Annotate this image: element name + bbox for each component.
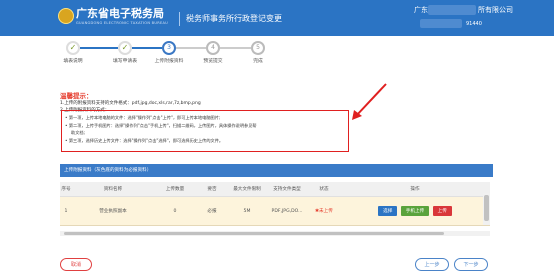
attachments-table: 序号 资料名称 上传数量 要否 最大文件限制 支持文件类型 状态 操作 1 营业…: [60, 182, 490, 226]
tax-bureau-logo-icon: [58, 8, 74, 24]
hint-highlight-box: • 第一项，上传本地电脑的文件：选择"操作列"点击"上传"，即可上传本地电脑图片…: [61, 110, 349, 152]
cancel-button[interactable]: 取消: [60, 258, 92, 271]
upload-button[interactable]: 上传: [432, 206, 452, 216]
company-name-suffix: 所有限公司: [478, 6, 513, 14]
col-actions: 操作: [340, 182, 490, 197]
col-types: 支持文件类型: [266, 182, 308, 197]
row-types: PDF,JPG,DO...: [266, 196, 308, 226]
step-4-indicator: 4: [206, 41, 220, 55]
app-header: 广东省电子税务局 GUANGDONG ELECTRONIC TAXATION B…: [0, 0, 554, 36]
step-connector: [176, 47, 206, 49]
col-max-size: 最大文件限制: [228, 182, 266, 197]
tax-id-redacted: [420, 19, 462, 28]
hint-formats: 1.上传的附报资料支持的文件格式：pdf,jpg,doc,xls,rar,7z,…: [60, 101, 201, 106]
mobile-upload-button[interactable]: 手机上传: [400, 206, 430, 216]
hint-bullet: • 第一项，上传本地电脑的文件：选择"操作列"点击"上传"，即可上传本地电脑图片…: [65, 115, 221, 120]
step-1-check-icon: ✓: [66, 41, 80, 55]
step-5-indicator: 5: [251, 41, 265, 55]
table-row: 1 营业执照副本 0 必报 5M PDF,JPG,DO... ✱未上传 选择 手…: [60, 196, 490, 226]
step-connector: [80, 47, 118, 49]
row-status: ✱未上传: [308, 196, 340, 226]
row-index: 1: [60, 196, 72, 226]
table-vertical-scroll-thumb[interactable]: [484, 195, 489, 221]
step-4-label: 预览提交: [203, 59, 223, 64]
select-file-button[interactable]: 选择: [378, 206, 398, 216]
progress-steps: ✓ ✓ 3 4 5 填表说明 填写申请表 上传附报资料 预览提交 完成: [0, 36, 554, 78]
row-name: 营业执照副本: [72, 196, 154, 226]
site-name-en: GUANGDONG ELECTRONIC TAXATION BUREAU: [76, 21, 169, 25]
header-divider: [179, 12, 180, 26]
hint-title: 温馨提示：: [60, 92, 93, 100]
previous-step-button[interactable]: 上一步: [415, 258, 449, 271]
step-2-label: 填写申请表: [113, 59, 137, 64]
col-status: 状态: [308, 182, 340, 197]
step-3-indicator: 3: [162, 41, 176, 55]
table-horizontal-scroll-thumb[interactable]: [64, 232, 444, 235]
col-count: 上传数量: [154, 182, 196, 197]
next-step-button[interactable]: 下一步: [454, 258, 488, 271]
row-actions: 选择 手机上传 上传: [340, 196, 490, 226]
step-3-label: 上传附报资料: [154, 59, 184, 64]
col-required: 要否: [196, 182, 228, 197]
hint-bullet: • 第二项，上传手机图片：选择"操作列"点击"手机上传"，扫描二维码，上传图片，…: [65, 123, 257, 128]
section-title: 上传附报资料（灰色底的资料为必报资料）: [60, 164, 493, 177]
row-count: 0: [154, 196, 196, 226]
step-connector: [132, 47, 162, 49]
company-name-redacted: [428, 5, 476, 15]
company-name-prefix: 广东: [414, 6, 428, 14]
step-connector: [220, 47, 251, 49]
step-1-label: 填表说明: [63, 59, 83, 64]
row-required: 必报: [196, 196, 228, 226]
hint-bullet-cont: 助文档;: [71, 130, 85, 135]
page-title: 税务师事务所行政登记变更: [186, 14, 282, 23]
site-name: 广东省电子税务局: [76, 7, 164, 20]
col-index: 序号: [60, 182, 72, 197]
step-5-label: 完成: [253, 59, 263, 64]
table-header-row: 序号 资料名称 上传数量 要否 最大文件限制 支持文件类型 状态 操作: [60, 182, 490, 197]
hint-bullet: • 第三项，选择历史上传文件：选择"操作列"点击"选择"，即可选择历史上传的文件…: [65, 138, 224, 143]
step-2-check-icon: ✓: [118, 41, 132, 55]
annotation-arrow-icon: [352, 83, 387, 120]
tax-id: 91440: [466, 21, 482, 27]
row-max-size: 5M: [228, 196, 266, 226]
col-name: 资料名称: [72, 182, 154, 197]
